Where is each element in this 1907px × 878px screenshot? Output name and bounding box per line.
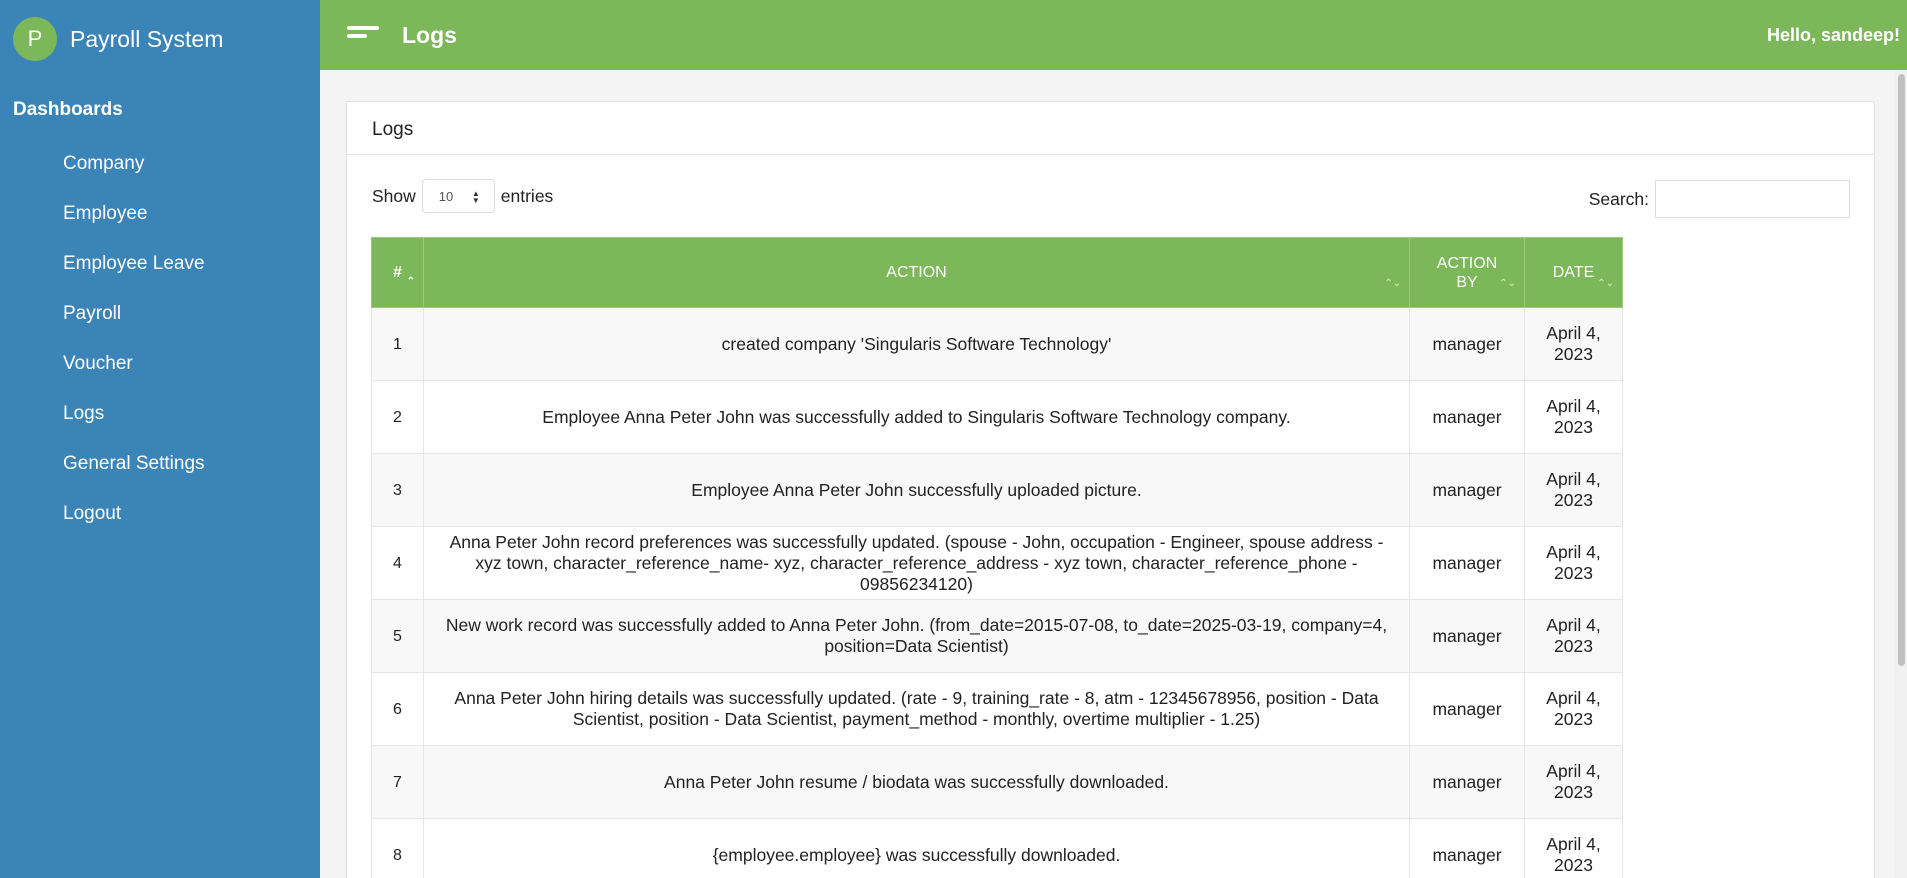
cell-num: 4 (371, 526, 424, 600)
table-row: 3 Employee Anna Peter John successfully … (371, 453, 1623, 527)
sidebar: P Payroll System Dashboards Company Empl… (0, 0, 320, 878)
sidebar-item-logout[interactable]: Logout (0, 498, 320, 548)
cell-date: April 4, 2023 (1524, 599, 1623, 673)
sort-icon: ⌃⌄ (1597, 278, 1614, 289)
sort-icon: ⌃⌄ (1499, 278, 1516, 289)
column-header-action-by[interactable]: ACTION BY ⌃⌄ (1409, 237, 1525, 308)
cell-date: April 4, 2023 (1524, 672, 1623, 746)
sidebar-item-voucher[interactable]: Voucher (0, 348, 320, 398)
cell-action-by: manager (1409, 745, 1525, 819)
search-control: Search: (1589, 180, 1850, 218)
column-header-num[interactable]: # ⌃ (371, 237, 424, 308)
brand-name: Payroll System (70, 25, 224, 52)
cell-action-by: manager (1409, 818, 1525, 878)
cell-action-by: manager (1409, 307, 1525, 381)
cell-action: Anna Peter John record preferences was s… (423, 526, 1410, 600)
cell-action: Employee Anna Peter John successfully up… (423, 453, 1410, 527)
sidebar-item-employee-leave[interactable]: Employee Leave (0, 248, 320, 298)
sidebar-item-logs[interactable]: Logs (0, 398, 320, 448)
menu-toggle-icon[interactable] (347, 20, 387, 50)
cell-action: Anna Peter John resume / biodata was suc… (423, 745, 1410, 819)
cell-action-by: manager (1409, 672, 1525, 746)
nav-heading-dashboards: Dashboards (13, 99, 123, 120)
sidebar-item-payroll[interactable]: Payroll (0, 298, 320, 348)
cell-action: {employee.employee} was successfully dow… (423, 818, 1410, 878)
table-row: 1 created company 'Singularis Software T… (371, 307, 1623, 381)
sort-asc-icon: ⌃ (406, 276, 415, 287)
brand[interactable]: P Payroll System (0, 0, 320, 78)
cell-date: April 4, 2023 (1524, 526, 1623, 600)
column-header-date[interactable]: DATE ⌃⌄ (1524, 237, 1623, 308)
cell-date: April 4, 2023 (1524, 745, 1623, 819)
cell-date: April 4, 2023 (1524, 818, 1623, 878)
table-row: 7 Anna Peter John resume / biodata was s… (371, 745, 1623, 819)
entries-length-control: Show 10 ▲ ▼ entries (372, 179, 553, 213)
cell-num: 2 (371, 380, 424, 454)
cell-action: New work record was successfully added t… (423, 599, 1410, 673)
page-scrollbar[interactable] (1895, 70, 1907, 878)
sidebar-item-general-settings[interactable]: General Settings (0, 448, 320, 498)
card-title: Logs (347, 102, 1874, 155)
cell-action-by: manager (1409, 599, 1525, 673)
cell-num: 3 (371, 453, 424, 527)
cell-action-by: manager (1409, 453, 1525, 527)
cell-date: April 4, 2023 (1524, 307, 1623, 381)
cell-num: 8 (371, 818, 424, 878)
sort-icon: ⌃⌄ (1384, 278, 1401, 289)
cell-num: 7 (371, 745, 424, 819)
topbar: Logs Hello, sandeep! (320, 0, 1907, 70)
select-arrows-icon: ▲ ▼ (471, 189, 480, 205)
sidebar-item-employee[interactable]: Employee (0, 198, 320, 248)
cell-action: Anna Peter John hiring details was succe… (423, 672, 1410, 746)
cell-date: April 4, 2023 (1524, 453, 1623, 527)
table-row: 5 New work record was successfully added… (371, 599, 1623, 673)
sidebar-item-company[interactable]: Company (0, 148, 320, 198)
search-label: Search: (1588, 188, 1649, 209)
cell-num: 5 (371, 599, 424, 673)
cell-action: created company 'Singularis Software Tec… (423, 307, 1410, 381)
table-row: 6 Anna Peter John hiring details was suc… (371, 672, 1623, 746)
scrollbar-thumb[interactable] (1898, 74, 1905, 666)
cell-action-by: manager (1409, 380, 1525, 454)
table-controls: Show 10 ▲ ▼ entries Search: (347, 155, 1874, 237)
user-greeting[interactable]: Hello, sandeep! (1767, 25, 1900, 46)
page-title: Logs (402, 21, 457, 48)
main-content: Logs Show 10 ▲ ▼ entries Search: # ⌃ ACT… (320, 70, 1907, 878)
show-label: Show (372, 185, 416, 206)
table-header-row: # ⌃ ACTION ⌃⌄ ACTION BY ⌃⌄ DATE ⌃⌄ (371, 237, 1623, 308)
cell-num: 1 (371, 307, 424, 381)
entries-label: entries (500, 185, 554, 206)
logs-table: # ⌃ ACTION ⌃⌄ ACTION BY ⌃⌄ DATE ⌃⌄ 1 created … (371, 237, 1623, 878)
table-row: 4 Anna Peter John record preferences was… (371, 526, 1623, 600)
cell-date: April 4, 2023 (1524, 380, 1623, 454)
brand-logo: P (13, 17, 57, 61)
entries-select-value: 10 (438, 188, 454, 204)
table-row: 2 Employee Anna Peter John was successfu… (371, 380, 1623, 454)
table-row: 8 {employee.employee} was successfully d… (371, 818, 1623, 878)
entries-select[interactable]: 10 ▲ ▼ (421, 179, 495, 213)
cell-num: 6 (371, 672, 424, 746)
cell-action: Employee Anna Peter John was successfull… (423, 380, 1410, 454)
column-header-action[interactable]: ACTION ⌃⌄ (423, 237, 1410, 308)
nav-list: Company Employee Employee Leave Payroll … (0, 148, 320, 548)
search-input[interactable] (1655, 180, 1850, 218)
cell-action-by: manager (1409, 526, 1525, 600)
